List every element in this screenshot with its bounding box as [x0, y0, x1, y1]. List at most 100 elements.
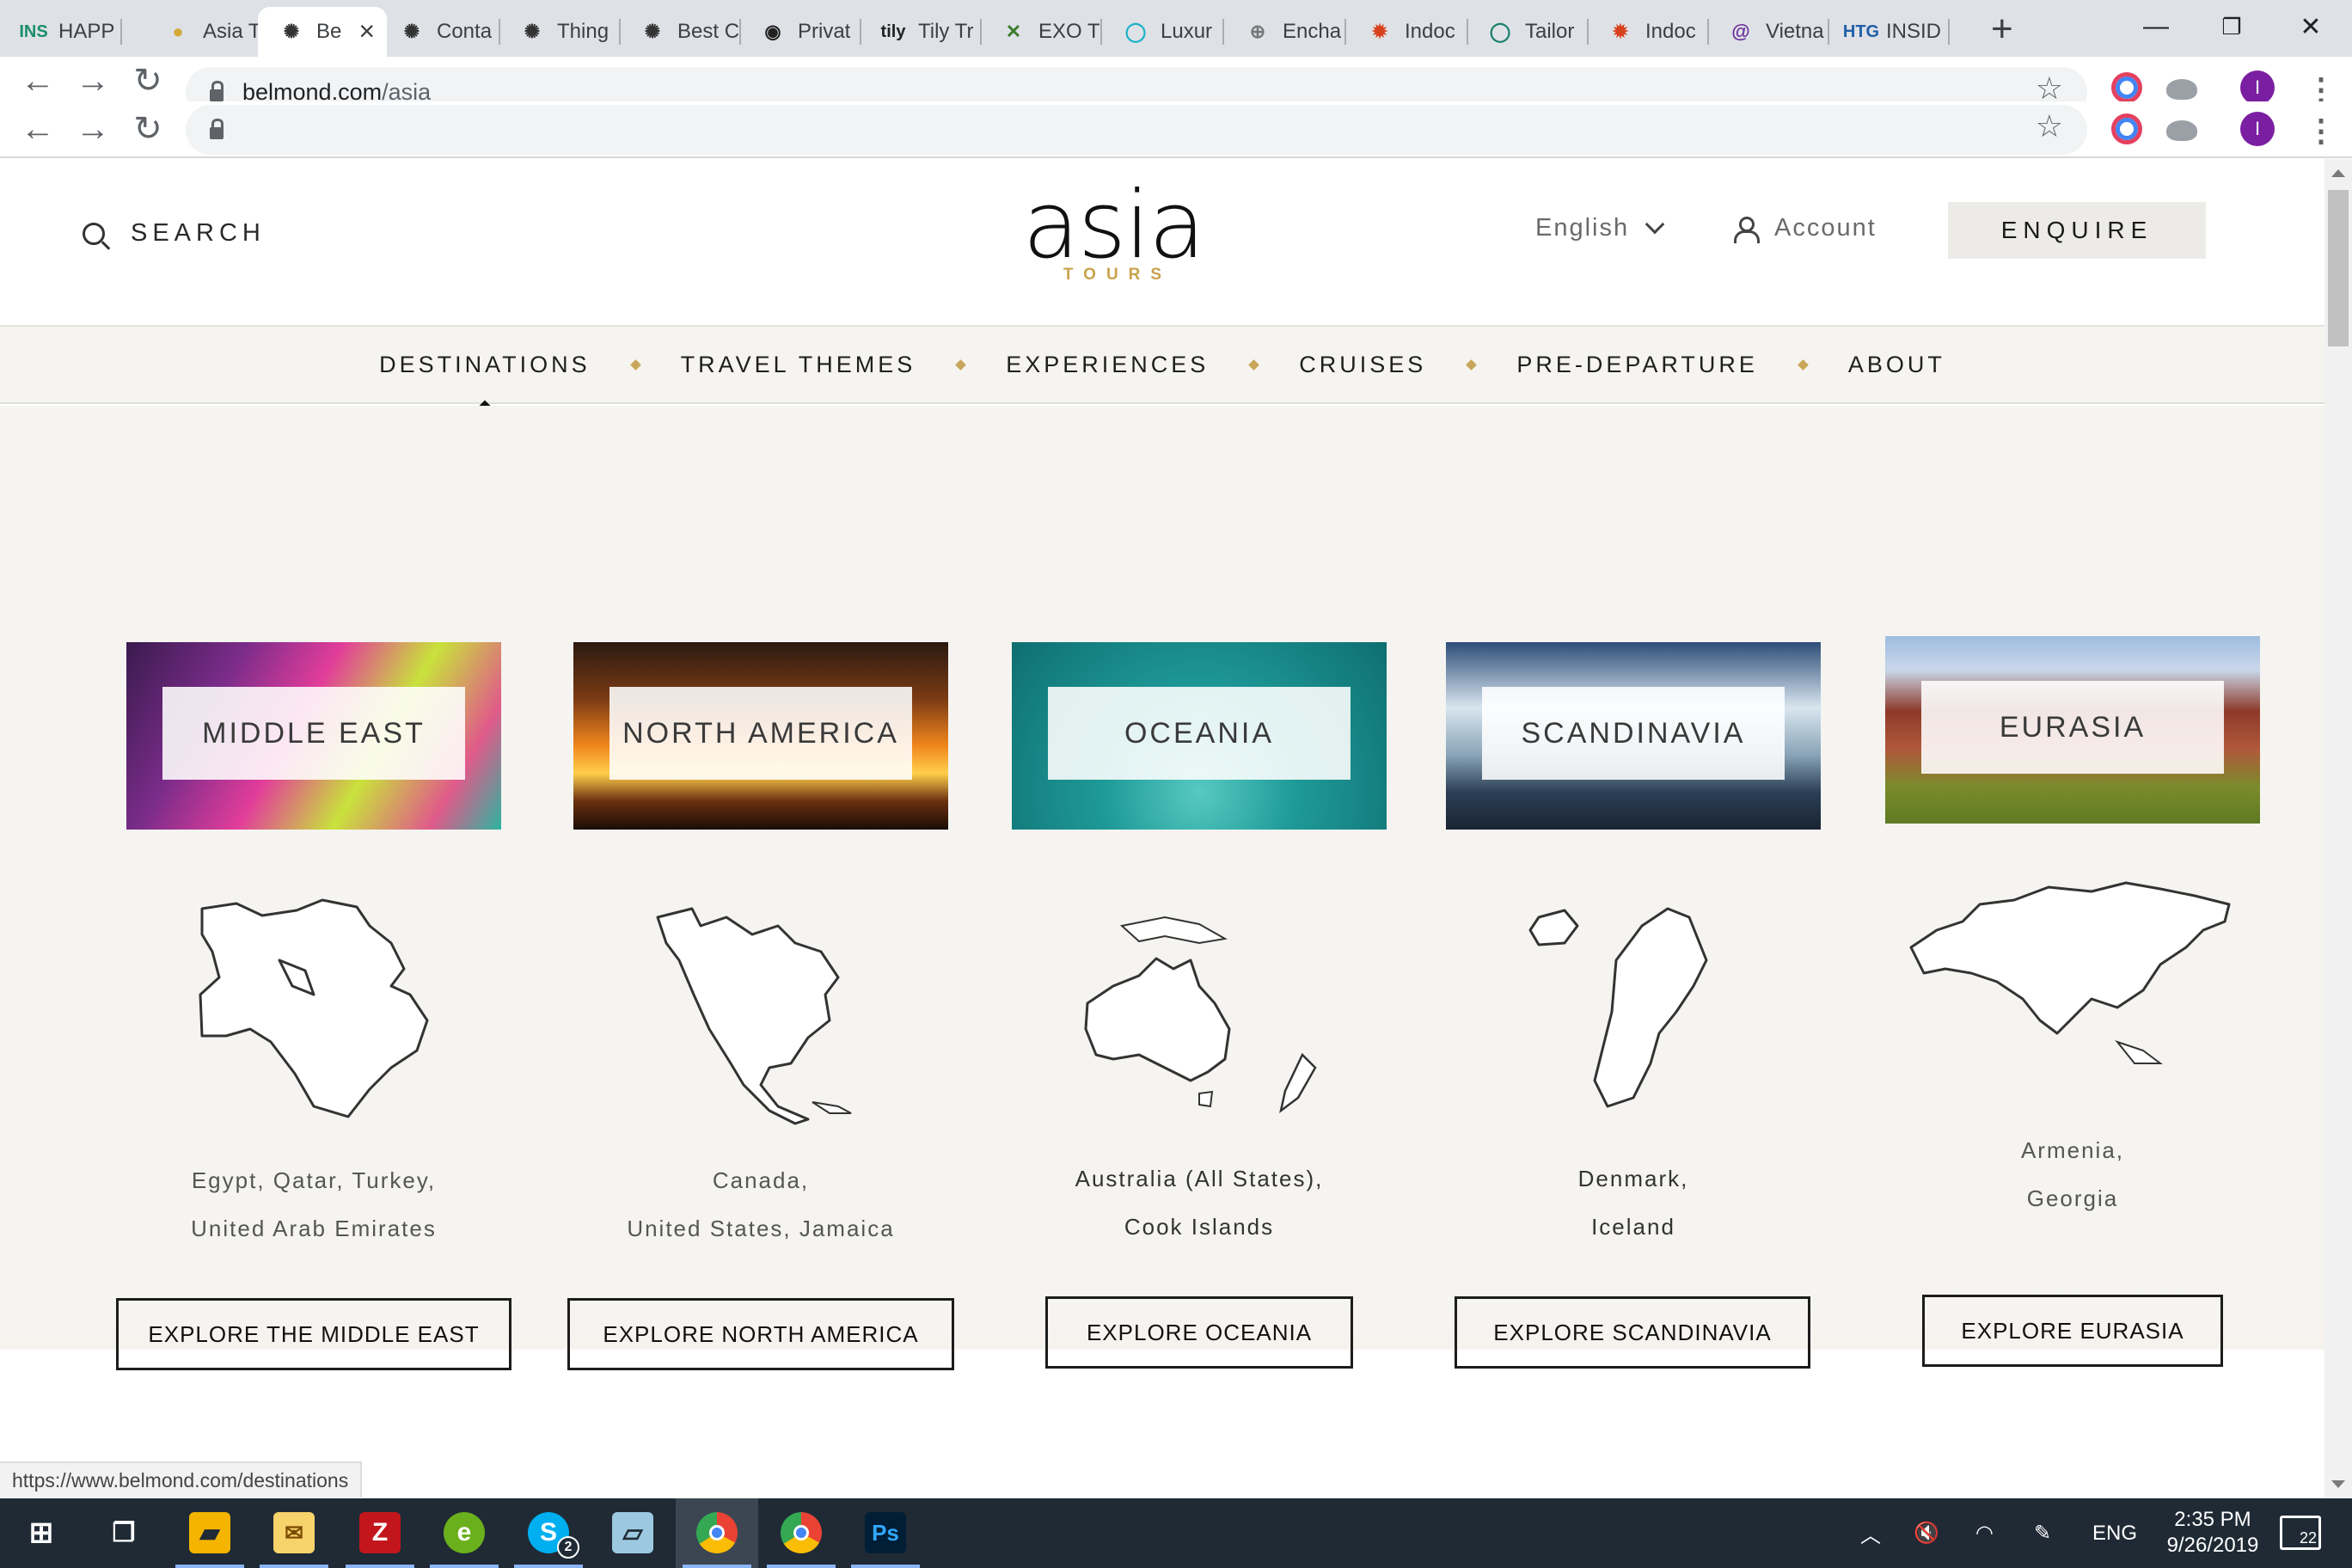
address-bar[interactable]: belmond.com/asia ☆ — [186, 67, 2087, 101]
tab-favicon-icon: ✹ — [1612, 21, 1629, 42]
volume-muted-icon[interactable]: 🔇 — [1914, 1498, 1939, 1568]
system-clock[interactable]: 2:35 PM 9/26/2019 — [2153, 1507, 2273, 1559]
site-logo[interactable]: asia TOURS — [997, 180, 1229, 285]
file-explorer-icon[interactable]: ▰ — [189, 1512, 230, 1553]
tab-title: Indoc — [1645, 20, 1696, 43]
cloud-extension-icon[interactable] — [2166, 79, 2197, 100]
browser-tab[interactable]: ✺ Best C — [619, 7, 741, 57]
destination-title: EURASIA — [1921, 681, 2224, 774]
middle-east-banner-image[interactable]: MIDDLE EAST — [126, 642, 501, 830]
browser-tab[interactable]: INS HAPP — [0, 7, 122, 57]
bookmark-star-icon[interactable]: ☆ — [2036, 70, 2063, 101]
browser-tab[interactable]: ⊕ Encha — [1224, 7, 1346, 57]
browser-tab[interactable]: ✹ Indoc — [1587, 7, 1709, 57]
browser-tab[interactable]: ● Asia T — [144, 7, 266, 57]
explore-scandinavia-button[interactable]: EXPLORE SCANDINAVIA — [1455, 1296, 1810, 1369]
filezilla-icon[interactable]: Z — [359, 1512, 401, 1553]
tab-close-icon[interactable]: × — [358, 17, 375, 45]
extension-icon[interactable] — [2111, 113, 2142, 144]
profile-avatar[interactable]: I — [2240, 112, 2275, 146]
explore-north-america-button[interactable]: EXPLORE NORTH AMERICA — [567, 1298, 954, 1370]
mail-icon[interactable]: ✉ — [273, 1512, 315, 1553]
address-bar[interactable]: ☆ — [186, 105, 2087, 155]
reload-icon[interactable]: ↻ — [124, 105, 172, 153]
browser-tab[interactable]: tily Tily Tr — [860, 7, 982, 57]
nav-item-travel-themes[interactable]: TRAVEL THEMES — [681, 352, 916, 378]
site-header: SEARCH asia TOURS English Account ENQUIR… — [0, 159, 2324, 327]
forward-icon[interactable]: → — [69, 57, 117, 101]
lock-icon — [210, 81, 224, 101]
enquire-button[interactable]: ENQUIRE — [1948, 202, 2206, 259]
scroll-down-icon[interactable] — [2331, 1480, 2345, 1488]
browser-tab[interactable]: ✹ Indoc — [1346, 7, 1468, 57]
middle-east-map-outline — [199, 898, 429, 1118]
browser-tab[interactable]: @ Vietna — [1707, 7, 1829, 57]
menu-dots-icon[interactable]: ⋮ — [2306, 74, 2337, 102]
green-app-icon[interactable]: e — [444, 1512, 485, 1553]
search-button[interactable]: SEARCH — [83, 219, 266, 248]
user-icon — [1733, 216, 1760, 243]
reload-icon[interactable]: ↻ — [124, 57, 172, 101]
browser-tab[interactable]: ✕ EXO T — [980, 7, 1102, 57]
browser-tab[interactable]: ✺ Be × — [258, 7, 387, 57]
language-selector[interactable]: English — [1535, 214, 1665, 242]
explore-middle-east-button[interactable]: EXPLORE THE MIDDLE EAST — [116, 1298, 511, 1370]
browser-tab[interactable]: ◉ Privat — [739, 7, 861, 57]
tab-favicon-icon: ✺ — [524, 21, 541, 42]
cloud-extension-icon[interactable] — [2166, 120, 2197, 141]
north-america-map-outline — [656, 907, 852, 1125]
minimize-button[interactable]: — — [2115, 0, 2197, 53]
page-scrollbar[interactable] — [2324, 159, 2352, 1498]
notifications-icon[interactable]: 22 — [2280, 1516, 2321, 1550]
wifi-icon[interactable]: ◠ — [1975, 1498, 1994, 1568]
extension-icon[interactable] — [2111, 72, 2142, 101]
account-link[interactable]: Account — [1733, 214, 1877, 243]
scrollbar-thumb[interactable] — [2328, 190, 2349, 346]
browser-tab[interactable]: ◯ Tailor — [1467, 7, 1589, 57]
browser-tab[interactable]: HTG INSID — [1828, 7, 1950, 57]
notepad-icon[interactable]: ▱ — [612, 1512, 653, 1553]
tab-strip: INS HAPP ● Asia T ✺ Be × ✺ Conta ✺ Thing ✺ Best C ◉ Pr… — [0, 0, 2352, 57]
tab-title: Be — [316, 20, 342, 43]
status-bar-url: https://www.belmond.com/destinations — [0, 1461, 363, 1498]
browser-tab[interactable]: ✺ Conta — [378, 7, 500, 57]
pen-icon[interactable]: ✎ — [2034, 1498, 2051, 1568]
menu-dots-icon[interactable]: ⋮ — [2306, 115, 2337, 146]
back-icon[interactable]: ← — [14, 57, 62, 101]
input-language[interactable]: ENG — [2092, 1498, 2137, 1568]
north-america-banner-image[interactable]: NORTH AMERICA — [573, 642, 948, 830]
explore-eurasia-button[interactable]: EXPLORE EURASIA — [1922, 1295, 2223, 1367]
back-icon[interactable]: ← — [14, 105, 62, 153]
forward-icon[interactable]: → — [69, 105, 117, 153]
profile-avatar[interactable]: I — [2240, 70, 2275, 101]
oceania-map-outline — [1084, 916, 1317, 1114]
tab-title: Indoc — [1405, 20, 1455, 43]
browser-tab[interactable]: ✺ Thing — [499, 7, 621, 57]
bookmark-star-icon[interactable]: ☆ — [2036, 108, 2063, 144]
chrome-icon[interactable] — [696, 1512, 738, 1553]
language-label: English — [1535, 214, 1630, 242]
photoshop-icon[interactable]: Ps — [865, 1512, 906, 1553]
restore-button[interactable]: ❐ — [2190, 0, 2273, 53]
nav-item-about[interactable]: ABOUT — [1848, 352, 1945, 378]
chrome-icon[interactable] — [781, 1512, 822, 1553]
nav-item-destinations[interactable]: DESTINATIONS — [379, 352, 591, 378]
nav-item-cruises[interactable]: CRUISES — [1299, 352, 1426, 378]
scroll-up-icon[interactable] — [2331, 169, 2345, 177]
explore-oceania-button[interactable]: EXPLORE OCEANIA — [1045, 1296, 1353, 1369]
close-window-button[interactable]: ✕ — [2269, 0, 2352, 53]
browser-toolbar-primary: ← → ↻ belmond.com/asia ☆ I ⋮ — [0, 57, 2352, 101]
task-view-icon[interactable]: ❐ — [103, 1512, 144, 1553]
nav-item-pre-departure[interactable]: PRE-DEPARTURE — [1516, 352, 1758, 378]
tray-chevron-up-icon[interactable]: ︿ — [1860, 1498, 1881, 1568]
oceania-banner-image[interactable]: OCEANIA — [1012, 642, 1387, 830]
browser-tab[interactable]: ◯ Luxur — [1102, 7, 1224, 57]
nav-separator-dot — [1466, 358, 1478, 371]
eurasia-banner-image[interactable]: EURASIA — [1885, 636, 2260, 824]
windows-start-icon[interactable]: ⊞ — [21, 1512, 62, 1553]
main-navigation: DESTINATIONS TRAVEL THEMES EXPERIENCES CRUI… — [0, 327, 2324, 404]
nav-item-experiences[interactable]: EXPERIENCES — [1006, 352, 1209, 378]
scandinavia-banner-image[interactable]: SCANDINAVIA — [1446, 642, 1821, 830]
new-tab-button[interactable]: + — [1991, 5, 2013, 53]
tab-favicon-icon: ◉ — [764, 21, 781, 42]
